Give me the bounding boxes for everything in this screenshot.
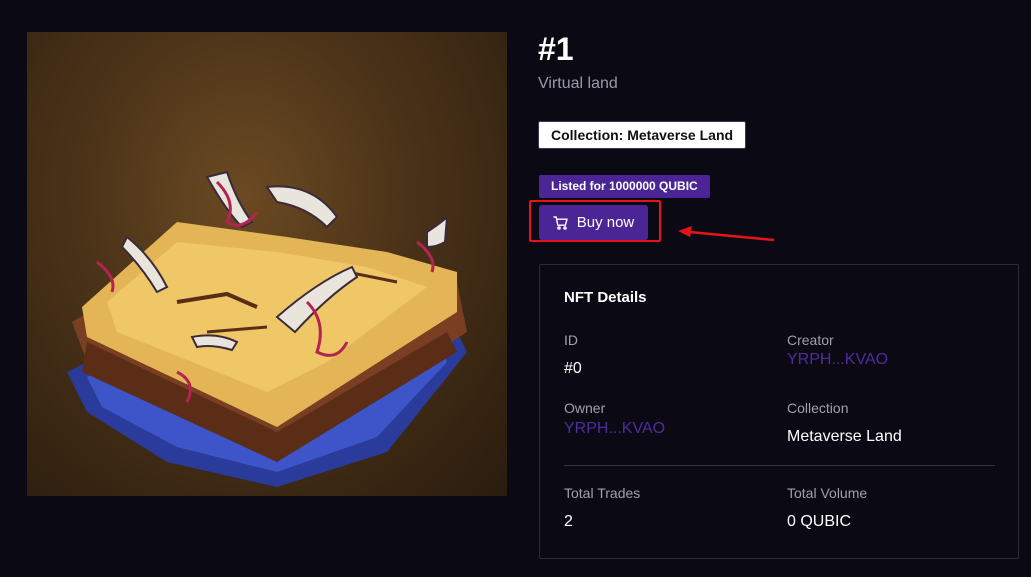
owner-label: Owner (564, 400, 606, 416)
creator-label: Creator (787, 332, 834, 348)
page-subtitle: Virtual land (538, 75, 618, 92)
collection-badge[interactable]: Collection: Metaverse Land (538, 121, 747, 149)
nft-detail-page: #1 Virtual land Collection: Metaverse La… (0, 0, 1031, 577)
shopping-cart-icon (553, 215, 569, 231)
id-value: #0 (564, 360, 582, 377)
red-arrow-annotation (678, 226, 775, 242)
total-volume-value: 0 QUBIC (787, 513, 852, 530)
collection-value: Metaverse Land (787, 428, 902, 445)
details-divider (564, 465, 995, 466)
buy-now-button[interactable]: Buy now (539, 205, 648, 240)
id-label: ID (564, 332, 578, 348)
nft-image (27, 32, 507, 496)
total-trades-value: 2 (564, 513, 573, 530)
page-title: #1 (538, 31, 574, 67)
listed-price-badge: Listed for 1000000 QUBIC (539, 175, 710, 198)
total-volume-label: Total Volume (787, 485, 868, 501)
details-heading: NFT Details (564, 289, 647, 306)
nft-details-card: NFT Details ID #0 Creator YRPH...KVAO Ow… (539, 264, 1019, 559)
collection-label: Collection (787, 400, 849, 416)
owner-link[interactable]: YRPH...KVAO (564, 420, 665, 438)
creator-link[interactable]: YRPH...KVAO (787, 351, 888, 369)
total-trades-label: Total Trades (564, 485, 641, 501)
buy-now-label: Buy now (576, 214, 635, 231)
